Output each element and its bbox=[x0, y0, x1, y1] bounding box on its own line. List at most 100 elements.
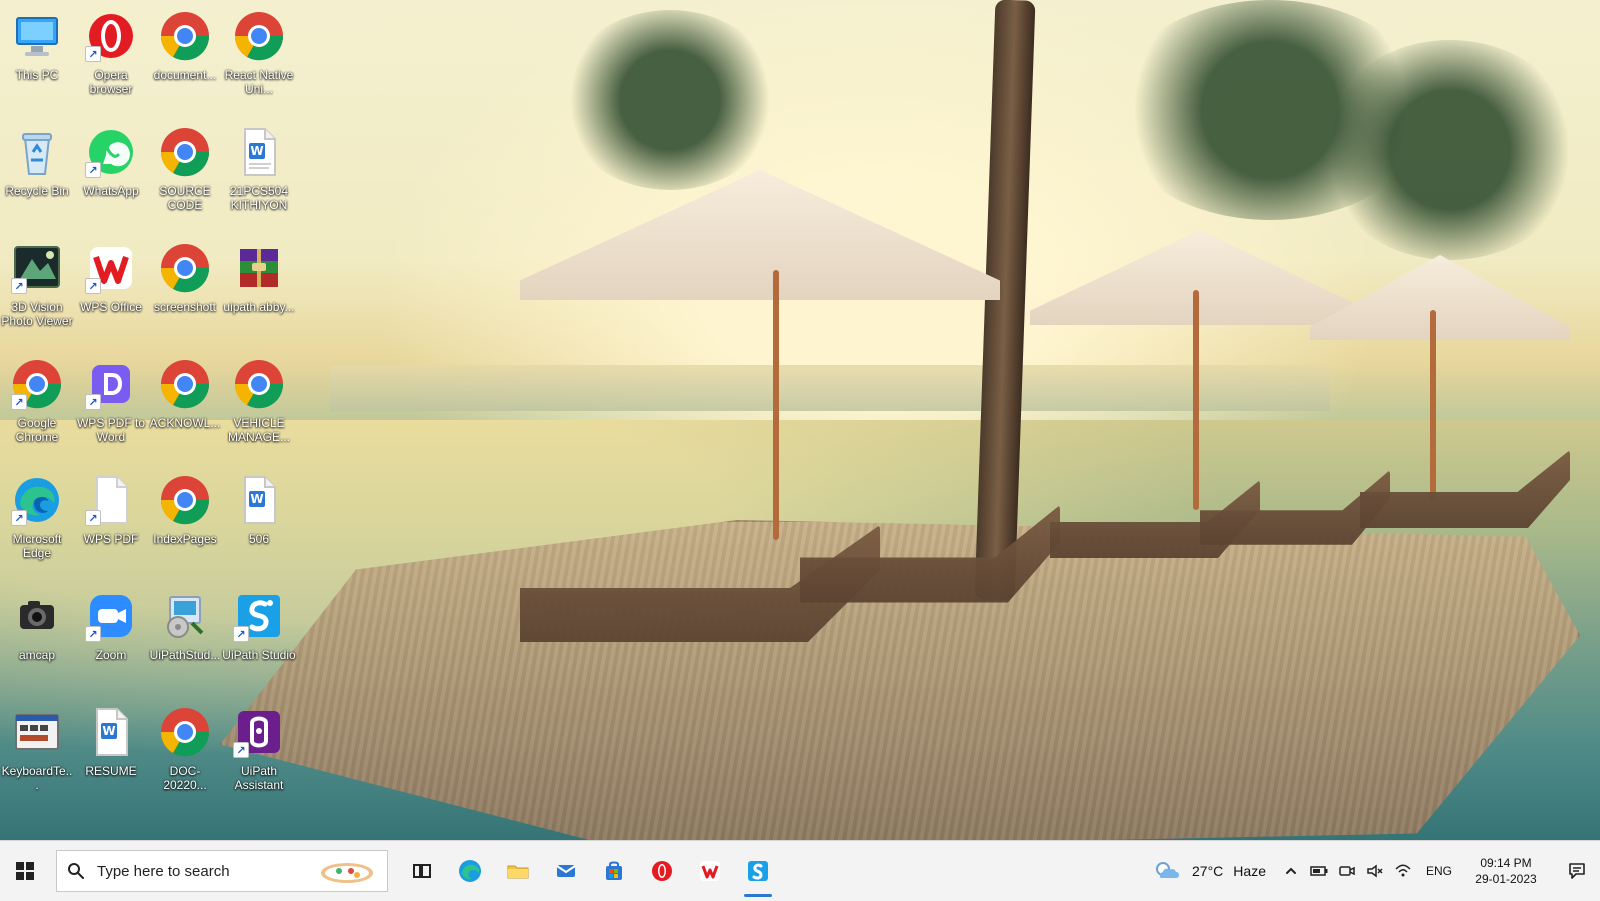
desktop-icon-label: screenshott bbox=[153, 300, 217, 314]
desktop-icon-label: Google Chrome bbox=[15, 416, 59, 444]
network-button[interactable] bbox=[1392, 860, 1414, 882]
desktop-icon-label: Recycle Bin bbox=[5, 184, 69, 198]
desktop-icon-21pcs504[interactable]: W 21PCS504 KITHIYON bbox=[222, 116, 296, 224]
desktop-icon-indexpages[interactable]: IndexPages bbox=[148, 464, 222, 572]
installer-icon bbox=[157, 588, 213, 644]
tray-overflow-button[interactable] bbox=[1280, 860, 1302, 882]
microsoft-store-icon bbox=[606, 861, 622, 880]
desktop-icon-opera-browser[interactable]: ↗ Opera browser bbox=[74, 0, 148, 108]
desktop-icon-label: WPS PDF bbox=[83, 532, 139, 546]
taskbar-opera-button[interactable] bbox=[638, 841, 686, 901]
this-pc-icon bbox=[9, 8, 65, 64]
word-document-icon: W bbox=[231, 124, 287, 180]
desktop-icon-uipathstud[interactable]: UiPathStud... bbox=[148, 580, 222, 688]
desktop-icon-resume[interactable]: W RESUME bbox=[74, 696, 148, 804]
notification-icon bbox=[1569, 863, 1585, 879]
wps-office-icon bbox=[700, 861, 720, 881]
desktop-icon-506[interactable]: W 506 bbox=[222, 464, 296, 572]
desktop-icon-label: 3D Vision Photo Viewer bbox=[1, 300, 73, 328]
desktop-icon-label: document... bbox=[153, 68, 217, 82]
desktop-icon-microsoft-edge[interactable]: ↗ Microsoft Edge bbox=[0, 464, 74, 572]
speaker-muted-icon bbox=[1367, 864, 1383, 878]
svg-text:W: W bbox=[102, 724, 115, 738]
desktop-icon-uipath-abby[interactable]: uipath.abby... bbox=[222, 232, 296, 340]
language-indicator[interactable]: ENG bbox=[1426, 864, 1452, 878]
wallpaper-palm-leaves bbox=[560, 10, 780, 190]
battery-icon bbox=[1310, 866, 1328, 876]
opera-icon: ↗ bbox=[83, 8, 139, 64]
battery-button[interactable] bbox=[1308, 860, 1330, 882]
desktop-icon-wps-office[interactable]: ↗ WPS Office bbox=[74, 232, 148, 340]
desktop-icon-label: UiPathStud... bbox=[149, 648, 221, 662]
whatsapp-icon: ↗ bbox=[83, 124, 139, 180]
windows-start-icon bbox=[16, 862, 34, 880]
desktop-icon-label: React Native Uni... bbox=[224, 68, 294, 96]
desktop-icon-google-chrome[interactable]: ↗ Google Chrome bbox=[0, 348, 74, 456]
chrome-icon bbox=[231, 8, 287, 64]
desktop-icon-amcap[interactable]: amcap bbox=[0, 580, 74, 688]
wallpaper-umbrella bbox=[1310, 255, 1570, 340]
search-placeholder-text: Type here to search bbox=[97, 862, 230, 880]
search-highlight-image bbox=[317, 857, 377, 885]
desktop-icon-label: WPS PDF to Word bbox=[76, 416, 145, 444]
taskbar-edge-button[interactable] bbox=[446, 841, 494, 901]
desktop-icon-zoom[interactable]: ↗ Zoom bbox=[74, 580, 148, 688]
desktop-icon-label: RESUME bbox=[85, 764, 137, 778]
desktop-icon-label: This PC bbox=[15, 68, 59, 82]
wallpaper-umbrella-pole bbox=[1430, 310, 1436, 500]
chrome-icon bbox=[157, 8, 213, 64]
start-button[interactable] bbox=[2, 848, 48, 894]
weather-temperature: 27°C bbox=[1192, 863, 1224, 879]
desktop-icon-label: WhatsApp bbox=[83, 184, 139, 198]
desktop-icon-3d-vision[interactable]: ↗ 3D Vision Photo Viewer bbox=[0, 232, 74, 340]
desktop-icon-this-pc[interactable]: This PC bbox=[0, 0, 74, 108]
desktop-icon-wps-pdf[interactable]: ↗ WPS PDF bbox=[74, 464, 148, 572]
taskbar-file-explorer-button[interactable] bbox=[494, 841, 542, 901]
desktop-icon-recycle-bin[interactable]: Recycle Bin bbox=[0, 116, 74, 224]
desktop-icon-source-code[interactable]: SOURCE CODE bbox=[148, 116, 222, 224]
desktop-icon-screenshott[interactable]: screenshott bbox=[148, 232, 222, 340]
wallpaper-umbrella bbox=[1030, 230, 1370, 325]
taskbar-mail-button[interactable] bbox=[542, 841, 590, 901]
weather-widget[interactable]: 27°C Haze bbox=[1154, 860, 1266, 882]
clock[interactable]: 09:14 PM 29-01-2023 bbox=[1462, 855, 1550, 887]
desktop-icon-acknowl[interactable]: ACKNOWL... bbox=[148, 348, 222, 456]
volume-button[interactable] bbox=[1364, 860, 1386, 882]
recycle-bin-icon bbox=[9, 124, 65, 180]
search-icon bbox=[68, 863, 84, 879]
wallpaper-ocean bbox=[330, 365, 1330, 411]
desktop-icon-keyboardte[interactable]: KeyboardTe... bbox=[0, 696, 74, 804]
desktop-icon-label: 506 bbox=[248, 532, 270, 546]
cloud-moon-icon bbox=[1156, 862, 1180, 878]
desktop-icon-label: DOC-20220... bbox=[163, 764, 207, 792]
taskbar-wps-button[interactable] bbox=[686, 841, 734, 901]
chrome-icon bbox=[231, 356, 287, 412]
shortcut-arrow-icon: ↗ bbox=[85, 46, 101, 62]
desktop-icon-uipath-assistant[interactable]: ↗ UiPath Assistant bbox=[222, 696, 296, 804]
wallpaper-umbrella-pole bbox=[1193, 290, 1199, 510]
taskbar-store-button[interactable] bbox=[590, 841, 638, 901]
chrome-icon bbox=[157, 356, 213, 412]
wifi-icon bbox=[1395, 864, 1411, 877]
desktop-icon-doc-20220[interactable]: DOC-20220... bbox=[148, 696, 222, 804]
system-tray: 27°C Haze ENG 09:14 PM 29-01-2023 bbox=[1154, 841, 1600, 901]
desktop-icon-label: UiPath Assistant bbox=[234, 764, 284, 792]
desktop-icon-label: ACKNOWL... bbox=[149, 416, 221, 430]
desktop-icon-uipath-studio[interactable]: ↗ UiPath Studio bbox=[222, 580, 296, 688]
edge-icon bbox=[459, 860, 481, 882]
task-view-button[interactable] bbox=[398, 841, 446, 901]
taskbar-uipath-button[interactable] bbox=[734, 841, 782, 901]
desktop-icon-vehicle-manage[interactable]: VEHICLE MANAGE... bbox=[222, 348, 296, 456]
shortcut-arrow-icon: ↗ bbox=[85, 162, 101, 178]
desktop-icon-label: Zoom bbox=[95, 648, 127, 662]
keyboard-test-icon bbox=[9, 704, 65, 760]
desktop-icon-document[interactable]: document... bbox=[148, 0, 222, 108]
notifications-button[interactable] bbox=[1554, 841, 1600, 901]
desktop-icon-whatsapp[interactable]: ↗ WhatsApp bbox=[74, 116, 148, 224]
chrome-icon bbox=[157, 472, 213, 528]
desktop-icon-wps-pdf-to-word[interactable]: ↗ WPS PDF to Word bbox=[74, 348, 148, 456]
meet-now-button[interactable] bbox=[1336, 860, 1358, 882]
opera-icon bbox=[652, 861, 672, 881]
taskbar-search-box[interactable]: Type here to search bbox=[56, 850, 388, 892]
desktop-icon-react-native[interactable]: React Native Uni... bbox=[222, 0, 296, 108]
